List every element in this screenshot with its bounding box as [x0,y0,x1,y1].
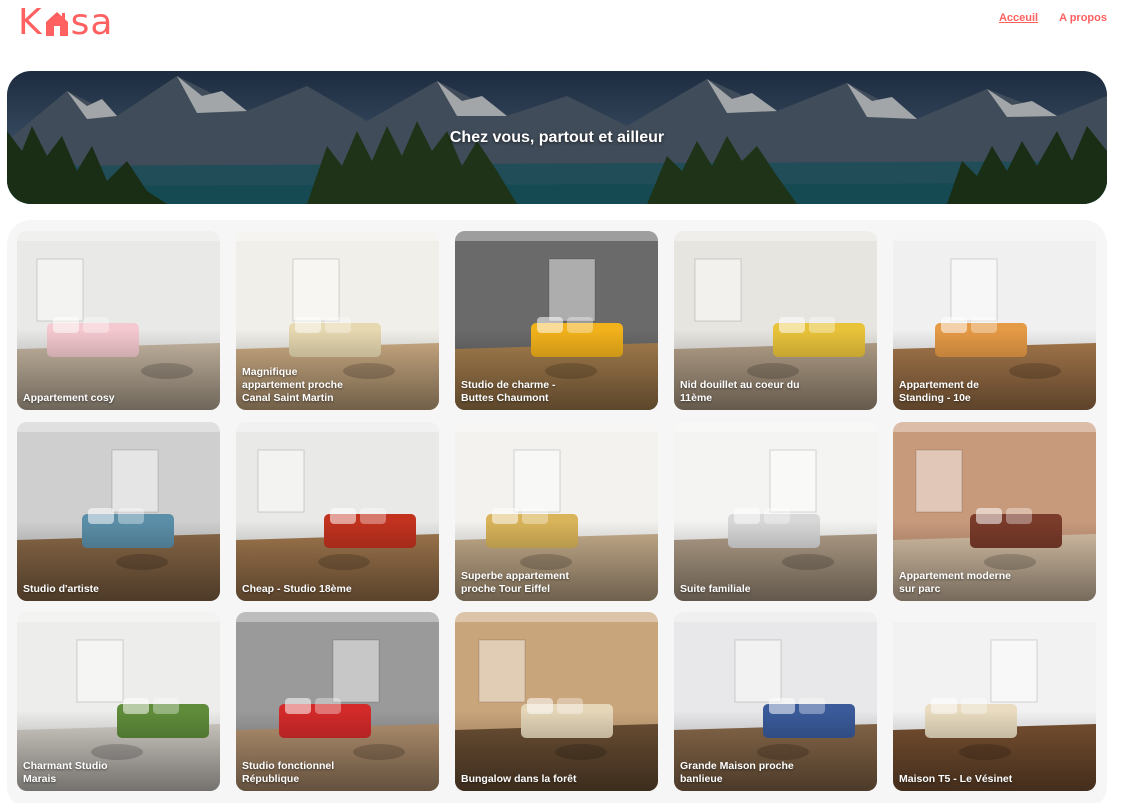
listing-card[interactable]: Studio fonctionnel République [236,612,439,791]
listing-card[interactable]: Bungalow dans la forêt [455,612,658,791]
house-icon [44,7,70,37]
listing-card[interactable]: Nid douillet au coeur du 11ème [674,231,877,410]
listing-card[interactable]: Appartement moderne sur parc [893,422,1096,601]
listing-title: Maison T5 - Le Vésinet [899,773,1013,785]
card-gradient-overlay [893,612,1096,791]
listing-title: Bungalow dans la forêt [461,773,577,785]
nav-link-home[interactable]: Acceuil [999,12,1038,24]
listing-card[interactable]: Appartement cosy [17,231,220,410]
listing-card[interactable]: Cheap - Studio 18ème [236,422,439,601]
kasa-logo[interactable]: K sa [18,1,114,43]
listing-card[interactable]: Studio d'artiste [17,422,220,601]
listing-title: Charmant Studio Marais [23,760,108,785]
listing-title: Appartement de Standing - 10e [899,379,979,404]
listing-title: Studio de charme - Buttes Chaumont [461,379,556,404]
listing-card[interactable]: Studio de charme - Buttes Chaumont [455,231,658,410]
site-header: K sa Acceuil A propos [0,0,1121,50]
nav-link-about[interactable]: A propos [1059,12,1107,24]
listing-title: Appartement moderne sur parc [899,570,1012,595]
card-gradient-overlay [674,422,877,601]
logo-letter-k: K [18,1,43,43]
banner-title: Chez vous, partout et ailleur [449,128,665,146]
listing-card[interactable]: Magnifique appartement proche Canal Sain… [236,231,439,410]
listing-card[interactable]: Charmant Studio Marais [17,612,220,791]
listing-card[interactable]: Suite familiale [674,422,877,601]
listing-title: Appartement cosy [23,392,115,404]
card-gradient-overlay [236,422,439,601]
listing-title: Suite familiale [680,583,751,595]
listing-card[interactable]: Superbe appartement proche Tour Eiffel [455,422,658,601]
listing-card[interactable]: Maison T5 - Le Vésinet [893,612,1096,791]
listing-card[interactable]: Appartement de Standing - 10e [893,231,1096,410]
logo-letters-sa: sa [70,1,114,43]
main-nav: Acceuil A propos [999,12,1107,24]
listing-title: Nid douillet au coeur du 11ème [680,379,800,404]
listing-title: Studio d'artiste [23,583,100,595]
listing-card[interactable]: Grande Maison proche banlieue [674,612,877,791]
hero-banner: Chez vous, partout et ailleur [7,71,1107,204]
card-gradient-overlay [17,231,220,410]
card-gradient-overlay [17,422,220,601]
listing-title: Magnifique appartement proche Canal Sain… [242,366,343,404]
card-gradient-overlay [455,612,658,791]
listings-gallery: Appartement cosy Magnifique appartement p… [7,220,1107,803]
listing-title: Superbe appartement proche Tour Eiffel [461,570,569,595]
listing-title: Studio fonctionnel République [242,760,335,785]
listing-title: Grande Maison proche banlieue [680,760,794,785]
listing-title: Cheap - Studio 18ème [242,583,352,595]
